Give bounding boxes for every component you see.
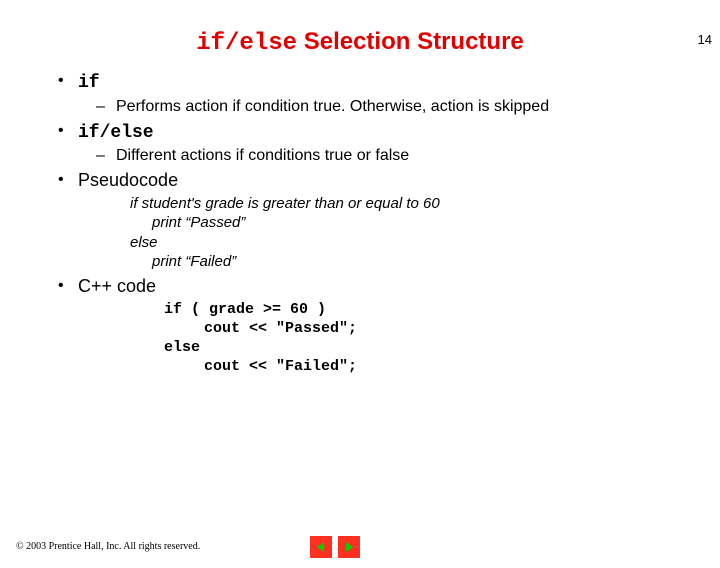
pseudo-line-3: else xyxy=(130,234,158,251)
bullet-if-sub-text: Performs action if condition true. Other… xyxy=(116,97,549,117)
bullet-mark: • xyxy=(58,71,78,90)
cpp-code-block: if ( grade >= 60 ) cout << "Passed"; els… xyxy=(164,301,690,376)
page-number: 14 xyxy=(698,32,712,47)
title-rest: Selection Structure xyxy=(297,28,524,55)
prev-arrow-button[interactable] xyxy=(310,536,332,558)
bullet-if-code: if xyxy=(78,73,100,93)
bullet-if: • if xyxy=(58,71,690,95)
bullet-ifelse-sub-text: Different actions if conditions true or … xyxy=(116,146,409,166)
copyright-footer: © 2003 Prentice Hall, Inc. All rights re… xyxy=(16,541,704,552)
bullet-cpp-text: C++ code xyxy=(78,276,156,298)
bullet-cpp: • C++ code xyxy=(58,276,690,298)
pseudo-line-4: print “Failed” xyxy=(130,252,690,272)
copyright-text: © 2003 Prentice Hall, Inc. All rights re… xyxy=(16,541,200,552)
dash-mark: – xyxy=(96,97,116,117)
bullet-pseudocode-text: Pseudocode xyxy=(78,170,178,192)
dash-mark: – xyxy=(96,146,116,166)
bullet-pseudocode: • Pseudocode xyxy=(58,170,690,192)
bullet-mark: • xyxy=(58,121,78,140)
bullet-ifelse-code: if/else xyxy=(78,123,154,143)
code-line-1: if ( grade >= 60 ) xyxy=(164,301,326,318)
code-line-3: else xyxy=(164,339,200,356)
bullet-ifelse: • if/else xyxy=(58,121,690,145)
code-line-2: cout << "Passed"; xyxy=(164,320,690,339)
bullet-mark: • xyxy=(58,276,78,295)
pseudocode-block: if student's grade is greater than or eq… xyxy=(130,194,690,272)
arrow-right-icon xyxy=(342,540,356,554)
title-code: if/else xyxy=(196,30,297,57)
arrow-left-icon xyxy=(314,540,328,554)
bullet-ifelse-sub: – Different actions if conditions true o… xyxy=(96,146,690,166)
code-line-4: cout << "Failed"; xyxy=(164,358,690,377)
pseudo-line-2: print “Passed” xyxy=(130,213,690,233)
bullet-if-sub: – Performs action if condition true. Oth… xyxy=(96,97,690,117)
slide-content: • if – Performs action if condition true… xyxy=(0,71,720,376)
slide-title: if/else Selection Structure xyxy=(0,28,720,57)
bullet-mark: • xyxy=(58,170,78,189)
nav-arrows xyxy=(310,536,360,558)
pseudo-line-1: if student's grade is greater than or eq… xyxy=(130,195,440,212)
next-arrow-button[interactable] xyxy=(338,536,360,558)
